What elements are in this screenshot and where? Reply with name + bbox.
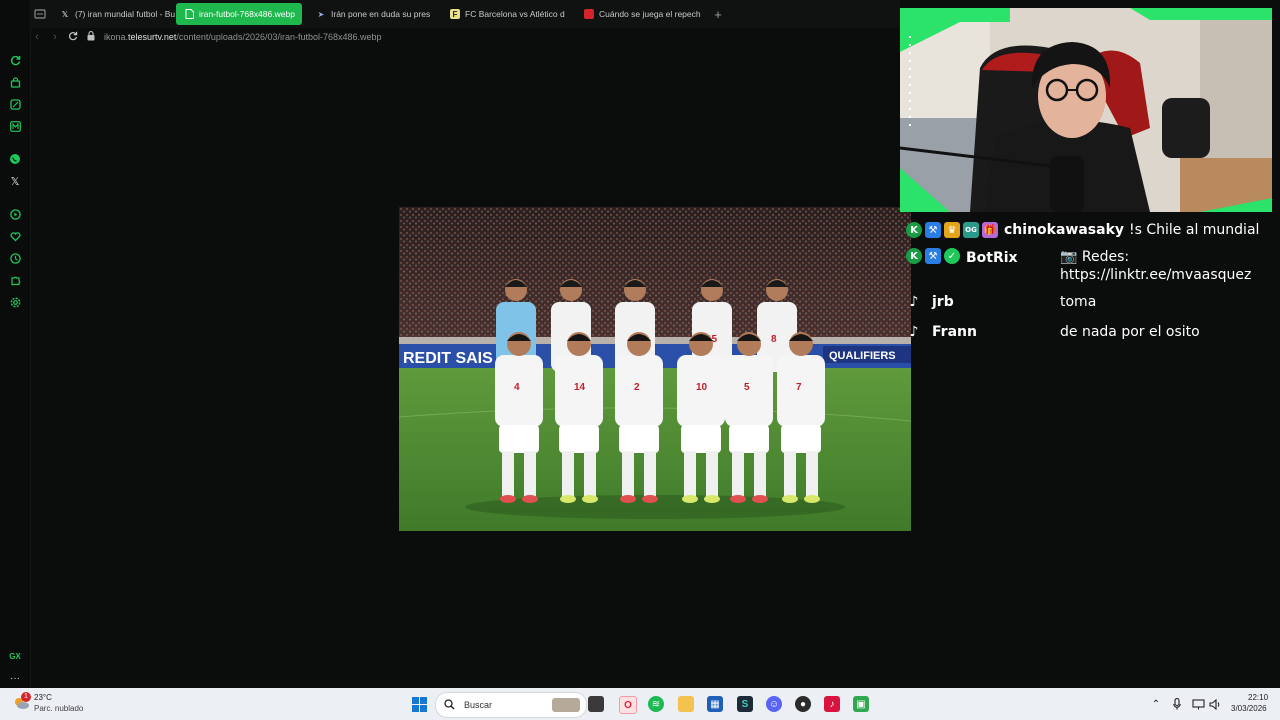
- chat-message: K ⚒ ♛ OG 🎁 chinokawasaky !s Chile al mun…: [900, 220, 1270, 240]
- hammer-badge-icon: ⚒: [925, 248, 941, 264]
- settings-icon[interactable]: [7, 294, 23, 310]
- bag-icon[interactable]: [7, 74, 23, 90]
- verified-badge-icon: ✓: [944, 248, 960, 264]
- kick-icon: K: [906, 248, 922, 264]
- spotify-icon[interactable]: ≋: [648, 696, 664, 712]
- weather-badge: 1: [21, 692, 31, 702]
- jersey-number: 4: [514, 382, 520, 393]
- banner-left-text: REDIT SAIS: [403, 350, 493, 367]
- tab[interactable]: F FC Barcelona vs Atlético d: [442, 3, 570, 25]
- opera-icon[interactable]: O: [619, 696, 637, 714]
- tiktok-icon: ♪: [909, 294, 919, 310]
- microphone-icon[interactable]: [1169, 696, 1185, 712]
- chat-text-block: 📷 Redes: https://linktr.ee/mvaasquez: [1060, 248, 1251, 284]
- team-photo: REDIT SAIS QUALIFIERS 15841421057: [399, 207, 911, 531]
- chat-link[interactable]: https://linktr.ee/mvaasquez: [1060, 266, 1251, 284]
- jersey-number: 7: [796, 382, 802, 393]
- team-photo-illustration: REDIT SAIS QUALIFIERS 15841421057: [399, 207, 911, 531]
- tiktok-icon: ♪: [909, 324, 919, 340]
- tab-active[interactable]: iran-futbol-768x486.webp: [176, 3, 302, 25]
- jersey-number: 2: [634, 382, 640, 393]
- new-tab-icon[interactable]: +: [708, 4, 728, 24]
- chat-text: toma: [1060, 294, 1097, 310]
- x-logo-icon[interactable]: 𝕏: [7, 173, 23, 189]
- gx-icon[interactable]: GX: [7, 648, 23, 664]
- store-icon[interactable]: ▦: [707, 696, 723, 712]
- whatsapp-icon[interactable]: [7, 151, 23, 167]
- webcam-illustration: [900, 8, 1272, 212]
- stream-chat: K ⚒ ♛ OG 🎁 chinokawasaky !s Chile al mun…: [900, 212, 1270, 352]
- gift-badge-icon: 🎁: [982, 222, 998, 238]
- gamepad-icon[interactable]: [7, 96, 23, 112]
- fc-icon: F: [450, 9, 460, 19]
- chat-text: de nada por el osito: [1060, 324, 1200, 340]
- tiktok-app-icon[interactable]: ♪: [824, 696, 840, 712]
- puzzle-icon[interactable]: [7, 272, 23, 288]
- chat-username: BotRix: [966, 250, 1018, 266]
- network-icon[interactable]: [1190, 696, 1206, 712]
- tab-overview-icon[interactable]: [30, 4, 50, 24]
- discord-icon[interactable]: ☺: [766, 696, 782, 712]
- clock-date[interactable]: 3/03/2026: [1231, 704, 1267, 713]
- chat-username: Frann: [932, 324, 977, 340]
- tab-bar: 𝕏 (7) iran mundial futbol - Bu iran-futb…: [0, 0, 900, 28]
- clock-icon[interactable]: [7, 250, 23, 266]
- hammer-badge-icon: ⚒: [925, 222, 941, 238]
- heart-icon[interactable]: [7, 228, 23, 244]
- chat-username: jrb: [932, 294, 954, 310]
- tab[interactable]: 𝕏 (7) iran mundial futbol - Bu: [52, 3, 176, 25]
- sidebar: 𝕏 GX ···: [0, 0, 31, 688]
- clock-time[interactable]: 22:10: [1248, 693, 1268, 702]
- obs-icon[interactable]: ●: [795, 696, 811, 712]
- search-icon: [444, 699, 456, 711]
- volume-icon[interactable]: [1207, 696, 1223, 712]
- webcam-feed: [900, 8, 1272, 212]
- jersey-number: 14: [574, 382, 586, 393]
- x-logo-icon: 𝕏: [61, 9, 69, 19]
- chevron-up-icon[interactable]: ⌃: [1148, 696, 1164, 712]
- game-app-icon[interactable]: ▣: [853, 696, 869, 712]
- search-highlight-icon: [552, 698, 580, 712]
- chat-message: ♪ jrb toma: [900, 292, 1270, 312]
- editor-icon[interactable]: S: [737, 696, 753, 712]
- news-red-icon: [584, 9, 594, 19]
- news-icon: ➤: [317, 9, 325, 19]
- jersey-number: 10: [696, 382, 708, 393]
- crown-badge-icon: ♛: [944, 222, 960, 238]
- file-icon: [184, 9, 194, 19]
- kick-icon: K: [906, 222, 922, 238]
- search-placeholder: Buscar: [464, 700, 493, 710]
- player-icon[interactable]: [7, 206, 23, 222]
- taskbar: 1 23°C Parc. nublado Buscar O ≋ ▦ S ☺ ● …: [0, 688, 1280, 720]
- reload-icon[interactable]: [64, 31, 82, 44]
- chat-username: chinokawasaky: [1004, 222, 1125, 238]
- chat-message: K ⚒ ✓ BotRix 📷 Redes: https://linktr.ee/…: [900, 248, 1270, 288]
- jersey-number: 5: [744, 382, 750, 393]
- more-icon[interactable]: ···: [7, 670, 23, 686]
- weather-widget[interactable]: 1 23°C Parc. nublado: [12, 692, 132, 716]
- chat-message: ♪ Frann de nada por el osito: [900, 322, 1270, 342]
- refresh-icon[interactable]: [7, 52, 23, 68]
- chat-text: 📷 Redes:: [1060, 249, 1130, 265]
- lock-icon[interactable]: [82, 30, 100, 44]
- windows-start-icon[interactable]: [411, 696, 427, 712]
- m-icon[interactable]: [7, 118, 23, 134]
- task-view-icon[interactable]: [588, 696, 604, 712]
- og-badge-icon: OG: [963, 222, 979, 238]
- url-field[interactable]: ikona.telesurtv.net/content/uploads/2026…: [104, 32, 382, 42]
- folder-icon[interactable]: [678, 696, 694, 712]
- chat-text: !s Chile al mundial: [1129, 222, 1260, 238]
- forward-icon[interactable]: ›: [46, 31, 64, 43]
- jersey-number: 8: [771, 334, 777, 345]
- weather-desc: Parc. nublado: [34, 704, 84, 713]
- address-bar: ‹ › ikona.telesurtv.net/content/uploads/…: [28, 28, 900, 46]
- taskbar-search[interactable]: Buscar: [435, 692, 587, 718]
- tab[interactable]: ➤ Irán pone en duda su pres: [308, 3, 436, 25]
- tab[interactable]: Cuándo se juega el repech: [576, 3, 704, 25]
- weather-temp: 23°C: [34, 693, 52, 702]
- banner-right-text: QUALIFIERS: [829, 350, 896, 362]
